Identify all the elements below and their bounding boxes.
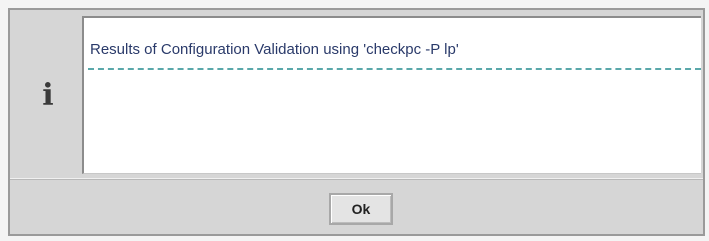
dashed-separator bbox=[88, 68, 701, 70]
ok-button[interactable]: Ok bbox=[329, 193, 393, 225]
info-dialog: i Results of Configuration Validation us… bbox=[8, 8, 705, 236]
message-panel: Results of Configuration Validation usin… bbox=[82, 16, 701, 174]
message-text: Results of Configuration Validation usin… bbox=[90, 41, 459, 58]
info-icon: i bbox=[42, 77, 54, 113]
button-bar: Ok bbox=[10, 178, 703, 234]
icon-panel: i bbox=[16, 16, 80, 174]
